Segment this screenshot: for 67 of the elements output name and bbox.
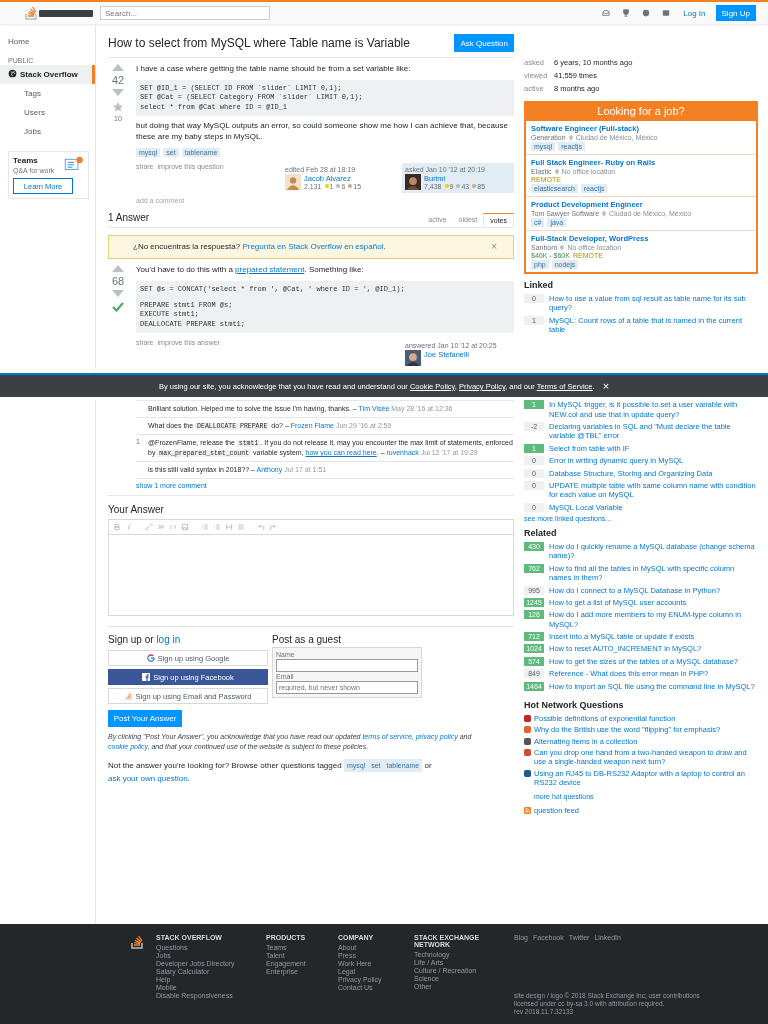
answer-editor[interactable] [108, 519, 514, 617]
site-switcher-icon[interactable] [662, 9, 671, 17]
redo-icon[interactable] [269, 523, 277, 532]
teams-title: Teams [13, 156, 39, 165]
vote-count: 68 [111, 274, 125, 287]
undo-icon[interactable] [257, 523, 265, 532]
numbered-list-icon[interactable] [201, 523, 209, 532]
name-field[interactable] [276, 659, 418, 673]
star-icon[interactable] [113, 102, 123, 112]
search-field[interactable]: Search... [100, 6, 270, 20]
close-button[interactable]: × [491, 241, 497, 252]
location-pin-icon [560, 244, 565, 251]
bulleted-list-icon[interactable] [213, 523, 221, 532]
trophy-icon[interactable] [622, 9, 631, 17]
login-link[interactable]: log in [156, 634, 181, 646]
hot-questions-heading: Hot Network Questions [524, 699, 625, 710]
code-icon[interactable] [169, 523, 177, 532]
upvote-icon[interactable] [112, 264, 124, 272]
nav-item[interactable]: Home [0, 32, 95, 51]
italic-icon[interactable] [125, 523, 133, 532]
nav-item[interactable]: Users [0, 103, 95, 122]
nav-item[interactable]: Tags [0, 84, 95, 103]
location-pin-icon [554, 168, 559, 175]
avatar-icon [405, 173, 421, 190]
logo-icon[interactable] [130, 934, 144, 950]
signup-button[interactable]: Sign Up [715, 5, 756, 21]
answer-text: You'd have to do this with a prepared statement. Something like: [136, 264, 365, 276]
question-text: I have a case where getting the table name should be from a set variable like: [136, 64, 412, 75]
chat-bubble-icon [64, 156, 84, 172]
question-text: but doing that way MySQL outputs an error, so could someone show me how I can achieve that, because these are my baby steps in MySQL. [136, 121, 509, 143]
rss-icon [524, 806, 531, 814]
inbox-icon[interactable] [602, 9, 611, 17]
upvote-icon[interactable] [112, 64, 124, 71]
help-icon[interactable] [642, 9, 651, 17]
image-icon[interactable] [181, 523, 189, 532]
related-heading: Related [524, 528, 558, 538]
nav-item[interactable]: Stack Overflow [0, 65, 95, 84]
avatar-icon [285, 173, 301, 190]
bold-icon[interactable] [113, 523, 121, 532]
logo-icon [124, 692, 133, 701]
google-logo-icon [146, 654, 155, 663]
link-icon[interactable] [145, 523, 153, 532]
location-pin-icon [602, 210, 607, 217]
signup-heading: Sign up or log in [108, 634, 182, 646]
quote-icon[interactable] [157, 523, 165, 532]
facebook-logo-icon [142, 673, 151, 682]
globe-icon [8, 69, 17, 78]
your-answer-heading: Your Answer [108, 495, 514, 516]
guest-heading: Post as a guest [272, 634, 342, 646]
answers-count: 1 Answer [108, 211, 150, 223]
vote-count: 42 [111, 74, 125, 86]
ask-question-button[interactable]: Ask Question [454, 34, 514, 52]
close-button[interactable]: × [602, 380, 610, 392]
nav-item[interactable]: Jobs [0, 122, 95, 141]
question-title[interactable]: How to select from MySQL where Table name is Variable [108, 36, 410, 50]
avatar-icon [405, 350, 421, 367]
notice-text: ¿No encuentras la respuesta? Pregunta en Stack Overflow en español. [133, 242, 386, 252]
post-answer-button[interactable]: Post Your Answer [108, 710, 182, 728]
downvote-icon[interactable] [112, 89, 124, 96]
linked-heading: Linked [524, 280, 554, 290]
downvote-icon[interactable] [112, 289, 124, 297]
rule-icon[interactable] [237, 523, 245, 532]
login-link[interactable]: Log In [683, 8, 706, 18]
heading-icon[interactable] [225, 523, 233, 532]
location-pin-icon [568, 134, 573, 141]
jobs-title: Looking for a job? [526, 101, 756, 121]
logo-icon[interactable] [24, 5, 94, 21]
